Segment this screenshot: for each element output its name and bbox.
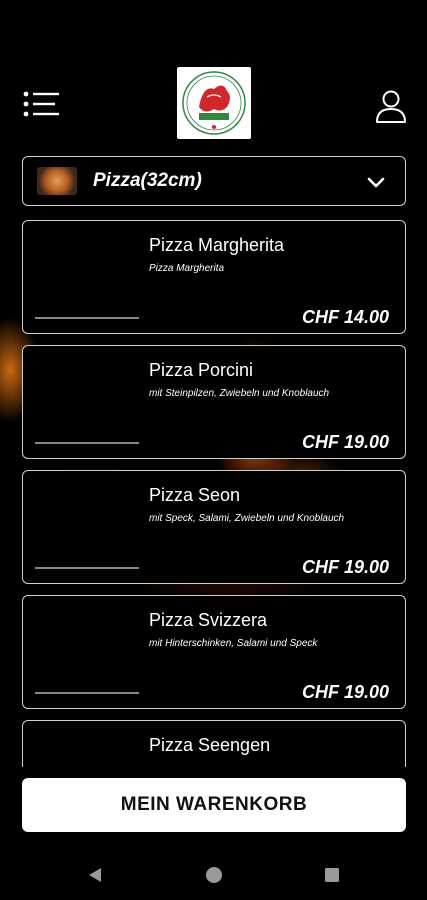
user-icon[interactable] bbox=[373, 88, 409, 124]
cart-button[interactable]: MEIN WARENKORB bbox=[22, 778, 406, 832]
item-image-placeholder bbox=[35, 442, 139, 444]
recents-square-icon[interactable] bbox=[324, 867, 340, 883]
item-name: Pizza Porcini bbox=[149, 360, 254, 380]
item-price: CHF 19.00 bbox=[301, 557, 389, 577]
system-navigation-bar bbox=[0, 850, 427, 900]
item-description: mit Speck, Salami, Zwiebeln und Knoblauc… bbox=[149, 513, 345, 524]
item-name: Pizza Seon bbox=[149, 485, 241, 505]
item-image-placeholder bbox=[35, 692, 139, 694]
menu-item-card[interactable]: Pizza Margherita Pizza Margherita CHF 14… bbox=[22, 220, 406, 334]
menu-item-card[interactable]: Pizza Porcini mit Steinpilzen, Zwiebeln … bbox=[22, 345, 406, 459]
back-triangle-icon[interactable] bbox=[86, 866, 104, 884]
category-label: Pizza(32cm) bbox=[93, 170, 202, 191]
item-description: mit Hinterschinken, Salami und Speck bbox=[149, 638, 318, 649]
item-description: mit Steinpilzen, Zwiebeln und Knoblauch bbox=[149, 388, 330, 399]
item-price: CHF 19.00 bbox=[301, 682, 389, 702]
category-dropdown[interactable]: Pizza(32cm) bbox=[22, 156, 406, 206]
item-name: Pizza Margherita bbox=[149, 235, 285, 255]
item-description: Pizza Margherita bbox=[149, 263, 225, 274]
item-image-placeholder bbox=[35, 567, 139, 569]
menu-icon[interactable] bbox=[22, 90, 62, 122]
restaurant-logo bbox=[177, 67, 251, 139]
menu-item-card[interactable]: Pizza Seon mit Speck, Salami, Zwiebeln u… bbox=[22, 470, 406, 584]
menu-item-card[interactable]: Pizza Svizzera mit Hinterschinken, Salam… bbox=[22, 595, 406, 709]
menu-item-list[interactable]: Pizza Margherita Pizza Margherita CHF 14… bbox=[0, 215, 427, 767]
item-name: Pizza Svizzera bbox=[149, 610, 268, 630]
home-circle-icon[interactable] bbox=[205, 866, 223, 884]
item-price: CHF 14.00 bbox=[301, 307, 389, 327]
category-thumbnail bbox=[37, 167, 77, 195]
menu-item-card[interactable]: Pizza Seengen bbox=[22, 720, 406, 767]
chevron-down-icon bbox=[367, 177, 385, 188]
item-price: CHF 19.00 bbox=[301, 432, 389, 452]
item-name: Pizza Seengen bbox=[149, 735, 271, 755]
item-image-placeholder bbox=[35, 317, 139, 319]
